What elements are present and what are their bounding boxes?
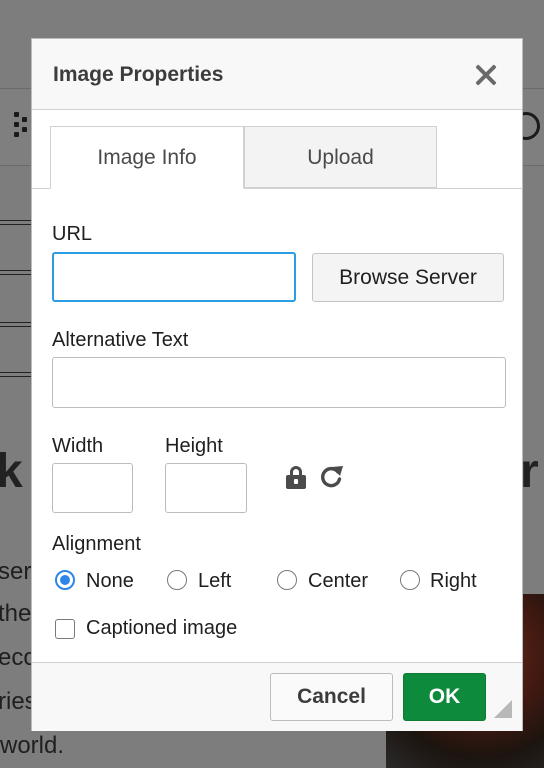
background-heading-right: r (520, 445, 539, 498)
captioned-image-label: Captioned image (86, 617, 238, 639)
background-text-line: the (0, 600, 32, 627)
radio-align-right[interactable] (400, 570, 420, 590)
dialog-header: Image Properties (32, 39, 522, 110)
radio-align-none[interactable] (55, 570, 75, 590)
cancel-button[interactable]: Cancel (270, 673, 393, 721)
dialog-footer: Cancel OK (32, 662, 522, 731)
url-input[interactable] (52, 252, 296, 302)
alignment-label: Alignment (52, 533, 141, 555)
background-text-line: world. (0, 732, 65, 759)
radio-label-right: Right (430, 570, 477, 592)
radio-label-left: Left (198, 570, 232, 592)
dialog-tabs: Image Info Upload (32, 110, 522, 189)
width-label: Width (52, 435, 104, 457)
dialog-title: Image Properties (53, 63, 224, 86)
browse-server-button[interactable]: Browse Server (312, 253, 504, 302)
alt-text-input[interactable] (52, 357, 506, 408)
url-label: URL (52, 223, 93, 245)
alt-text-label: Alternative Text (52, 329, 189, 351)
height-label: Height (165, 435, 223, 457)
radio-align-left[interactable] (167, 570, 187, 590)
radio-label-center: Center (308, 570, 369, 592)
image-properties-dialog: Image Properties Image Info Upload URL B… (32, 39, 522, 731)
width-input[interactable] (52, 463, 133, 513)
drag-handle-icon (14, 112, 30, 138)
background-text-line: ser (0, 558, 32, 585)
resize-handle-icon[interactable] (494, 700, 512, 718)
tab-upload[interactable]: Upload (244, 126, 437, 188)
ok-button[interactable]: OK (403, 673, 486, 721)
background-heading-left: k (0, 445, 23, 498)
close-icon[interactable] (474, 63, 498, 87)
radio-align-center[interactable] (277, 570, 297, 590)
captioned-image-checkbox[interactable] (55, 619, 75, 639)
radio-label-none: None (86, 570, 134, 592)
reset-size-icon[interactable] (318, 463, 344, 491)
tab-image-info[interactable]: Image Info (50, 126, 244, 189)
height-input[interactable] (165, 463, 247, 513)
lock-icon[interactable] (286, 466, 306, 489)
